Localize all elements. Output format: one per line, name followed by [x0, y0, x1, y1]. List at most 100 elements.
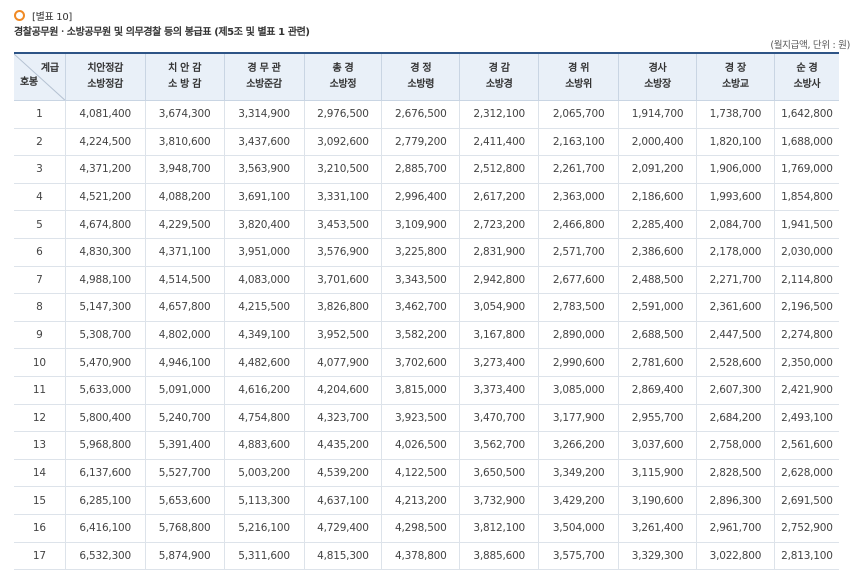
salary-cell: 2,869,400 [618, 375, 697, 405]
salary-table: 계급 호봉 치안정감 소방정감 치 안 감소 방 감 경 무 관 소방준감 총 경소… [14, 52, 839, 571]
salary-cell: 2,114,800 [773, 265, 839, 295]
salary-cell: 2,571,700 [538, 237, 620, 267]
salary-cell: 2,488,500 [618, 265, 697, 295]
salary-cell: 3,349,200 [538, 458, 620, 488]
salary-cell: 4,988,100 [64, 265, 146, 295]
column-header: 치 안 감소 방 감 [144, 53, 225, 101]
salary-cell: 4,213,200 [381, 486, 461, 515]
table-body: 1 4,081,400 3,674,300 3,314,900 2,976,500 2,6… [14, 100, 839, 571]
table-row: 17 6,532,300 5,874,900 5,311,600 4,815,300 4,… [14, 541, 839, 571]
salary-cell: 4,435,200 [303, 431, 383, 460]
salary-cell: 3,225,800 [381, 237, 461, 267]
corner-header-cell: 계급 호봉 [14, 53, 66, 101]
salary-cell: 3,504,000 [538, 513, 620, 543]
salary-cell: 4,754,800 [223, 403, 305, 433]
salary-cell: 3,022,800 [695, 541, 775, 571]
salary-cell: 5,968,800 [64, 431, 146, 460]
salary-cell: 6,137,600 [64, 458, 146, 488]
salary-cell: 2,961,700 [695, 513, 775, 543]
salary-cell: 3,092,600 [303, 127, 383, 157]
salary-cell: 3,812,100 [459, 513, 540, 543]
salary-cell: 2,528,600 [695, 348, 775, 377]
salary-cell: 3,702,600 [381, 348, 461, 377]
step-cell: 12 [14, 403, 66, 433]
step-cell: 15 [14, 486, 66, 515]
salary-cell: 2,831,900 [459, 237, 540, 267]
salary-cell: 3,826,800 [303, 293, 383, 322]
salary-cell: 2,285,400 [618, 210, 697, 239]
table-row: 12 5,800,400 5,240,700 4,754,800 4,323,700 3,… [14, 403, 839, 433]
salary-cell: 2,421,900 [773, 375, 839, 405]
salary-cell: 4,224,500 [64, 127, 146, 157]
step-cell: 11 [14, 375, 66, 405]
salary-cell: 2,363,000 [538, 182, 620, 212]
salary-cell: 5,391,400 [144, 431, 225, 460]
salary-cell: 3,462,700 [381, 293, 461, 322]
salary-cell: 4,026,500 [381, 431, 461, 460]
salary-cell: 2,271,700 [695, 265, 775, 295]
column-header: 경 장 소방교 [695, 53, 775, 101]
salary-cell: 2,828,500 [695, 458, 775, 488]
salary-cell: 4,482,600 [223, 348, 305, 377]
table-row: 7 4,988,100 4,514,500 4,083,000 3,701,600 3,3… [14, 265, 839, 295]
salary-cell: 3,563,900 [223, 155, 305, 184]
salary-cell: 3,037,600 [618, 431, 697, 460]
salary-cell: 2,274,800 [773, 320, 839, 350]
step-cell: 7 [14, 265, 66, 295]
salary-cell: 5,240,700 [144, 403, 225, 433]
step-cell: 9 [14, 320, 66, 350]
salary-cell: 3,109,900 [381, 210, 461, 239]
salary-cell: 2,976,500 [303, 100, 383, 129]
salary-cell: 3,650,500 [459, 458, 540, 488]
salary-cell: 2,955,700 [618, 403, 697, 433]
salary-cell: 2,178,000 [695, 237, 775, 267]
table-row: 8 5,147,300 4,657,800 4,215,500 3,826,800 3,4… [14, 293, 839, 322]
salary-cell: 4,083,000 [223, 265, 305, 295]
salary-cell: 2,781,600 [618, 348, 697, 377]
salary-cell: 4,077,900 [303, 348, 383, 377]
salary-cell: 2,617,200 [459, 182, 540, 212]
salary-cell: 4,081,400 [64, 100, 146, 129]
step-cell: 8 [14, 293, 66, 322]
salary-cell: 1,854,800 [773, 182, 839, 212]
salary-cell: 2,065,700 [538, 100, 620, 129]
salary-cell: 4,229,500 [144, 210, 225, 239]
salary-cell: 3,820,400 [223, 210, 305, 239]
salary-cell: 2,091,200 [618, 155, 697, 184]
salary-cell: 2,386,600 [618, 237, 697, 267]
column-header: 경 무 관 소방준감 [223, 53, 305, 101]
salary-cell: 4,729,400 [303, 513, 383, 543]
salary-cell: 2,350,000 [773, 348, 839, 377]
salary-cell: 2,813,100 [773, 541, 839, 571]
salary-cell: 1,914,700 [618, 100, 697, 129]
salary-cell: 4,088,200 [144, 182, 225, 212]
column-header: 경 정 소방령 [381, 53, 461, 101]
salary-cell: 1,688,000 [773, 127, 839, 157]
table-row: 14 6,137,600 5,527,700 5,003,200 4,539,200 4,… [14, 458, 839, 488]
salary-cell: 5,147,300 [64, 293, 146, 322]
step-cell: 6 [14, 237, 66, 267]
table-header-row: 계급 호봉 치안정감 소방정감 치 안 감소 방 감 경 무 관 소방준감 총 경소… [14, 53, 839, 101]
salary-cell: 3,429,200 [538, 486, 620, 515]
step-cell: 1 [14, 100, 66, 129]
salary-cell: 5,113,300 [223, 486, 305, 515]
salary-cell: 3,266,200 [538, 431, 620, 460]
step-cell: 10 [14, 348, 66, 377]
salary-cell: 3,562,700 [459, 431, 540, 460]
salary-cell: 2,758,000 [695, 431, 775, 460]
salary-cell: 2,493,100 [773, 403, 839, 433]
table-row: 2 4,224,500 3,810,600 3,437,600 3,092,600 2,7… [14, 127, 839, 157]
table-row: 4 4,521,200 4,088,200 3,691,100 3,331,100 2,9… [14, 182, 839, 212]
step-cell: 14 [14, 458, 66, 488]
salary-cell: 2,186,600 [618, 182, 697, 212]
rank-axis-label: 계급 [40, 63, 59, 74]
salary-cell: 1,769,000 [773, 155, 839, 184]
salary-cell: 5,470,900 [64, 348, 146, 377]
salary-cell: 6,285,100 [64, 486, 146, 515]
salary-cell: 4,122,500 [381, 458, 461, 488]
salary-cell: 5,653,600 [144, 486, 225, 515]
salary-cell: 6,416,100 [64, 513, 146, 543]
salary-cell: 5,527,700 [144, 458, 225, 488]
salary-cell: 3,815,000 [381, 375, 461, 405]
salary-cell: 3,470,700 [459, 403, 540, 433]
